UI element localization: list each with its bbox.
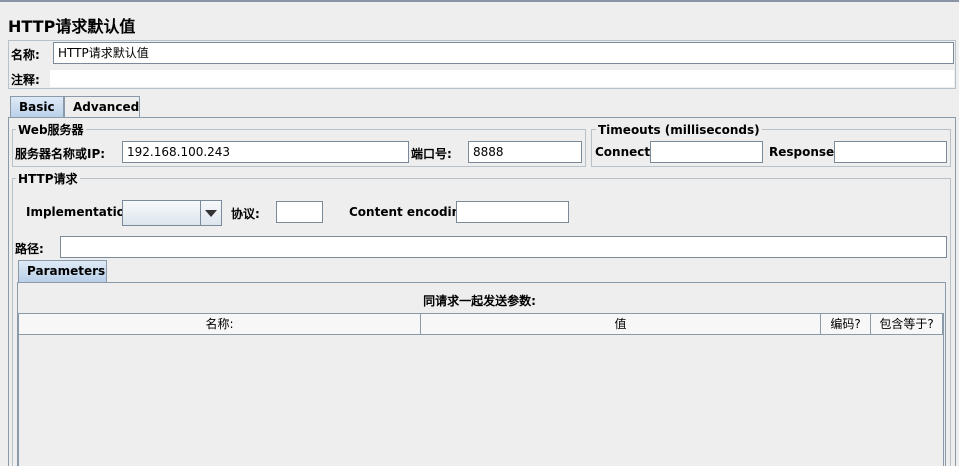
name-field[interactable]: HTTP请求默认值 [53,42,954,64]
timeouts-title: Timeouts (milliseconds) [596,123,762,137]
server-input[interactable]: 192.168.100.243 [122,141,409,163]
column-header-name[interactable]: 名称: [19,314,421,335]
port-input[interactable]: 8888 [468,141,582,163]
response-input[interactable] [834,141,947,163]
encoding-label: Content encoding: [349,205,474,219]
parameters-table[interactable]: 名称: 值 编码? 包含等于? [18,313,944,466]
path-input[interactable] [60,236,947,258]
tab-parameters[interactable]: Parameters [18,260,107,282]
column-header-value[interactable]: 值 [421,314,821,335]
window-top-border [0,0,959,2]
tab-advanced[interactable]: Advanced [64,96,140,118]
tab-basic[interactable]: Basic [10,96,64,118]
server-label: 服务器名称或IP: [15,147,106,161]
name-label: 名称: [11,48,40,62]
response-label: Response: [769,145,839,159]
web-server-title: Web服务器 [16,123,86,137]
port-label: 端口号: [411,147,452,161]
comment-field[interactable] [50,70,954,87]
comment-label: 注释: [11,73,40,87]
parameters-caption: 同请求一起发送参数: [423,294,536,308]
chevron-down-icon[interactable] [200,201,221,225]
column-header-include-equals[interactable]: 包含等于? [871,314,943,335]
connect-label: Connect: [595,145,655,159]
protocol-input[interactable] [276,201,323,223]
path-label: 路径: [15,242,44,256]
protocol-label: 协议: [231,207,260,221]
implementation-dropdown[interactable] [122,200,222,226]
http-request-title: HTTP请求 [16,172,80,186]
connect-input[interactable] [650,141,763,163]
encoding-input[interactable] [456,201,569,223]
column-header-encode[interactable]: 编码? [821,314,871,335]
page-title: HTTP请求默认值 [8,17,136,36]
